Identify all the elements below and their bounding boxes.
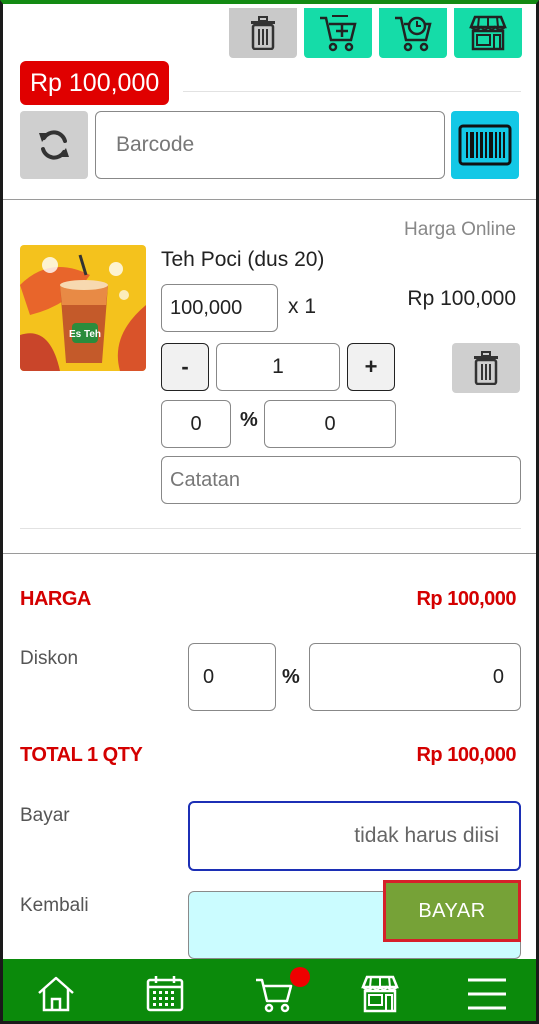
bayar-label: Bayar <box>20 805 70 826</box>
section-divider <box>3 199 536 200</box>
cart-clock-icon <box>395 16 432 52</box>
quantity-input[interactable] <box>216 343 340 391</box>
store-icon <box>469 15 507 51</box>
home-icon <box>38 976 74 1012</box>
product-image: Es Teh <box>20 245 146 371</box>
note-input[interactable] <box>161 456 521 504</box>
increase-quantity-button[interactable]: + <box>347 343 395 391</box>
payment-input[interactable] <box>188 801 521 871</box>
unit-price-input[interactable] <box>161 284 278 332</box>
nav-store[interactable] <box>358 972 402 1016</box>
barcode-icon <box>458 124 512 166</box>
discount-percent-input[interactable] <box>188 643 276 711</box>
decrease-quantity-button[interactable]: - <box>161 343 209 391</box>
calendar-icon <box>146 976 184 1012</box>
product-brand-text: Es Teh <box>69 329 101 340</box>
harga-label: HARGA <box>20 588 91 610</box>
divider <box>183 91 521 92</box>
remove-item-button[interactable] <box>452 343 520 393</box>
percent-label: % <box>240 409 258 431</box>
total-value: Rp 100,000 <box>416 744 516 766</box>
divider <box>20 528 521 529</box>
add-to-cart-button[interactable] <box>304 8 372 58</box>
discount-amount-input[interactable] <box>309 643 521 711</box>
trash-icon <box>251 16 275 50</box>
refresh-button[interactable] <box>20 111 88 179</box>
harga-value: Rp 100,000 <box>416 588 516 610</box>
trash-icon <box>474 351 498 385</box>
price-type-label[interactable]: Harga Online <box>404 219 516 241</box>
kembali-label: Kembali <box>20 895 89 916</box>
cart-icon <box>256 978 293 1013</box>
pay-button[interactable]: BAYAR <box>383 880 521 942</box>
item-discount-percent-input[interactable] <box>161 400 231 448</box>
store-icon <box>361 975 399 1013</box>
line-total: Rp 100,000 <box>407 287 516 310</box>
nav-menu[interactable] <box>465 972 509 1016</box>
store-button[interactable] <box>454 8 522 58</box>
menu-icon <box>468 978 506 1010</box>
total-qty-label: TOTAL 1 QTY <box>20 744 143 766</box>
bottom-navigation <box>3 959 536 1021</box>
clear-cart-button[interactable] <box>229 8 297 58</box>
cart-notification-badge <box>290 967 310 987</box>
barcode-input[interactable] <box>95 111 445 179</box>
pending-cart-button[interactable] <box>379 8 447 58</box>
item-discount-amount-input[interactable] <box>264 400 396 448</box>
percent-label: % <box>282 666 300 688</box>
scan-barcode-button[interactable] <box>451 111 519 179</box>
product-name: Teh Poci (dus 20) <box>161 248 325 271</box>
nav-home[interactable] <box>34 972 78 1016</box>
quantity-multiplier: x 1 <box>288 295 317 318</box>
nav-calendar[interactable] <box>143 972 187 1016</box>
refresh-icon <box>39 130 69 160</box>
pos-screen: Rp 100,000 Harga Online <box>0 0 539 1024</box>
diskon-label: Diskon <box>20 648 79 669</box>
section-divider <box>3 553 536 554</box>
cart-total-badge: Rp 100,000 <box>20 61 170 105</box>
cart-add-icon <box>320 15 357 52</box>
